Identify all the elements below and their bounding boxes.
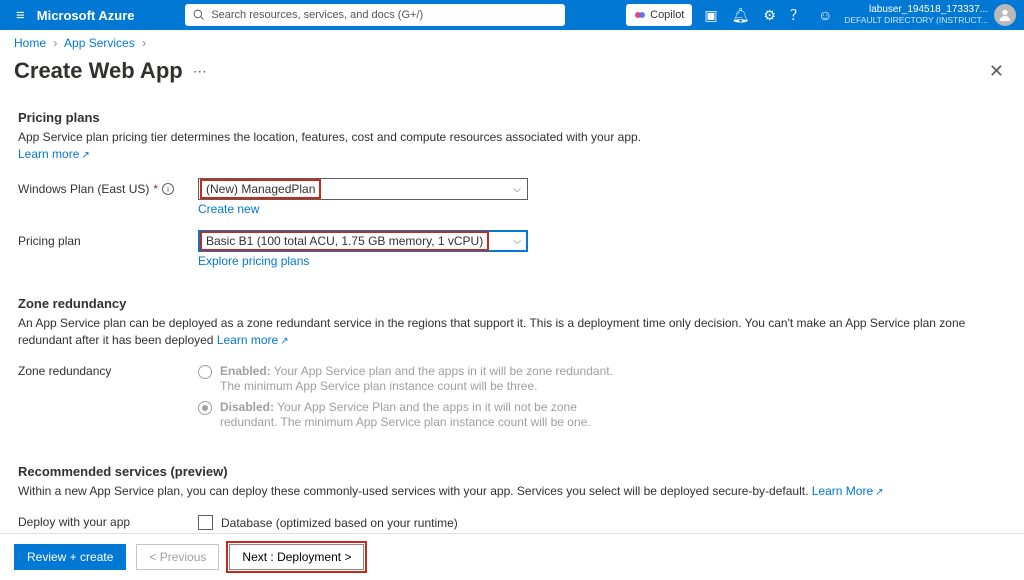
- recommended-heading: Recommended services (preview): [18, 464, 1006, 479]
- menu-icon[interactable]: ≡: [8, 7, 33, 24]
- zone-heading: Zone redundancy: [18, 296, 1006, 311]
- breadcrumb-home[interactable]: Home: [14, 36, 46, 50]
- learn-more-pricing[interactable]: Learn more↗: [18, 147, 90, 161]
- external-link-icon: ↗: [280, 336, 288, 347]
- brand-label: Microsoft Azure: [37, 8, 135, 23]
- search-icon: [193, 9, 205, 21]
- zone-disabled-radio: [198, 401, 212, 415]
- help-icon[interactable]: ？: [790, 5, 804, 25]
- deploy-with-app-label: Deploy with your app: [18, 515, 198, 529]
- pricing-heading: Pricing plans: [18, 110, 1006, 125]
- avatar: [994, 4, 1016, 26]
- zone-enabled-radio: [198, 365, 212, 379]
- external-link-icon: ↗: [875, 487, 883, 498]
- next-deployment-button[interactable]: Next : Deployment >: [229, 544, 364, 570]
- database-checkbox[interactable]: [198, 515, 213, 530]
- breadcrumb-appservices[interactable]: App Services: [64, 36, 135, 50]
- windows-plan-dropdown[interactable]: (New) ManagedPlan ⌵: [198, 178, 528, 200]
- search-input[interactable]: Search resources, services, and docs (G+…: [185, 4, 565, 26]
- page-title: Create Web App: [14, 58, 183, 84]
- review-create-button[interactable]: Review + create: [14, 544, 126, 570]
- previous-button: < Previous: [136, 544, 219, 570]
- copilot-button[interactable]: Copilot: [626, 4, 692, 26]
- zone-redundancy-label: Zone redundancy: [18, 364, 198, 378]
- learn-more-recommended[interactable]: Learn More↗: [812, 484, 884, 498]
- windows-plan-label: Windows Plan (East US) * i: [18, 182, 198, 196]
- explore-pricing-link[interactable]: Explore pricing plans: [198, 254, 1006, 268]
- breadcrumb: Home › App Services ›: [0, 30, 1024, 56]
- feedback-icon[interactable]: ☺︎: [818, 7, 832, 23]
- learn-more-zone[interactable]: Learn more↗: [217, 333, 289, 347]
- user-menu[interactable]: labuser_194518_173337... DEFAULT DIRECTO…: [844, 4, 1016, 26]
- external-link-icon: ↗: [81, 150, 89, 161]
- close-icon[interactable]: ✕: [989, 61, 1004, 82]
- chevron-down-icon: ⌵: [513, 184, 521, 195]
- pricing-plan-dropdown[interactable]: Basic B1 (100 total ACU, 1.75 GB memory,…: [198, 230, 528, 252]
- more-actions-icon[interactable]: ⋯: [193, 63, 207, 80]
- info-icon[interactable]: i: [162, 183, 174, 195]
- notifications-icon[interactable]: 🔔︎: [732, 7, 750, 24]
- create-new-link[interactable]: Create new: [198, 202, 1006, 216]
- chevron-down-icon: ⌵: [513, 236, 521, 247]
- cloud-shell-icon[interactable]: ▣: [704, 7, 717, 24]
- pricing-plan-label: Pricing plan: [18, 234, 198, 248]
- settings-icon[interactable]: ⚙: [763, 7, 776, 24]
- copilot-icon: [634, 9, 646, 21]
